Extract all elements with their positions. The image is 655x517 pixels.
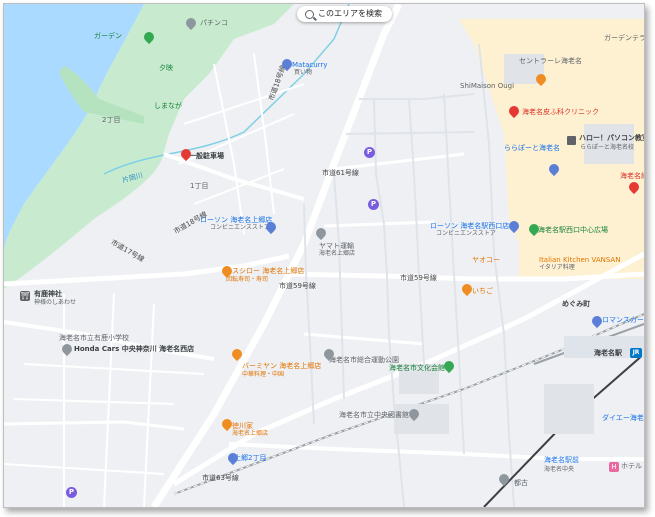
search-icon [305,9,314,19]
label-ebina-clinic: 海老名皮ふ科クリニック [522,108,599,116]
label-ichibanchi: 一般駐車場 [189,152,224,160]
label-tokuyoshi: 徳川家 [232,422,253,430]
label-honda: Honda Cars 中央神奈川 海老名西店 [74,345,195,353]
label-sushiro: スシロー 海老名上郷店 [232,267,305,275]
label-1chome: 1丁目 [190,182,209,190]
label-arima: 有鹿神社 [34,290,62,298]
label-italian: Italian Kitchen VANSAN [539,256,621,264]
road-label-59: 市道59号線 [279,282,316,290]
label-tokuyoshi-sub: 海老名上郷店 [232,430,269,437]
label-hello-sub: ららぽーと海老名校 [580,144,635,151]
label-garden: ガーデン [94,32,122,40]
label-lalaport: ららぽーと海老名 [504,144,560,152]
label-ginza: 上郷2丁目 [234,454,267,462]
label-lawson2-sub: コンビニエンスストア [436,230,496,237]
map-viewport[interactable]: このエリアを検索 市道59号線 市道59号線 市道17号線 市道18号線 市道1… [3,3,645,508]
label-romance: ロマンスカーミュージアム [602,316,644,324]
label-sushiro-sub: 回転寿司・寿司 [226,276,269,283]
label-lawson2: ローソン 海老名駅西口店 [430,222,510,230]
label-megumi: めぐみ町 [562,300,591,308]
label-ebina-school: 海老名市立有鹿小学校 [59,334,129,342]
label-pachinko: パチンコ [200,19,228,27]
road-label-59b: 市道59号線 [400,274,437,282]
search-area-button[interactable]: このエリアを検索 [297,6,392,22]
label-yumachi: 夕映 [159,64,173,72]
jr-station-icon[interactable]: JR [630,348,642,358]
label-ebina-ekimae-sub: 海老名中央 [544,466,575,473]
label-ebina-sogo: 海老名市総合運動公園 [329,356,399,364]
label-italian-sub: イタリア料理 [539,264,575,271]
label-daie: ダイエー海老名店 [602,414,644,422]
label-yamato: ヤマト運輸 [319,242,354,250]
parking-icon-1[interactable]: P [364,147,375,158]
label-ebina-hospital: 海老名総合病院 [620,172,644,180]
label-lawson1-sub: コンビニエンスストア [210,224,270,231]
label-shimaison: ShiMaison Ougi [460,82,515,90]
label-bamiyan-sub: 中華料理・中国 [242,371,285,378]
parking-icon-3[interactable]: P [66,487,77,498]
label-ebina-bunka: 海老名市文化会館 [389,364,445,372]
label-bamiyan: バーミヤン 海老名上郷店 [242,362,322,370]
search-area-label: このエリアを検索 [318,9,382,18]
label-gaien: ガーデンテラス [604,34,644,42]
label-arima-sub: 神様のしあわせ [34,299,77,306]
label-shimanaga: しまなが [154,102,182,110]
label-2chome: 2丁目 [102,116,121,124]
label-hotel: ホテル [621,462,642,470]
label-ebina-ekimae: 海老名駅前 [544,456,579,464]
label-yamato-sub: 海老名上郷店 [319,250,356,257]
parking-icon-2[interactable]: P [368,199,379,210]
label-toko: 都古 [514,479,528,487]
label-ebina-nishi: 海老名駅西口中心広場 [538,226,608,234]
pc-icon[interactable] [567,136,576,145]
shrine-icon[interactable]: ⛩ [20,291,30,301]
label-lawson1: ローソン 海老名上郷店 [200,216,273,224]
label-ebina-chuo: 海老名市立中央図書館 [339,411,409,419]
label-matacurry-sub: 買い物 [294,69,313,76]
label-matacurry: Matacurry [292,61,328,69]
road-label-63: 市道63号線 [202,474,239,482]
hotel-icon[interactable]: H [609,462,619,472]
label-ebina-station: 海老名駅 [594,349,622,357]
label-hello-pc: ハロー！パソコン教室 [579,134,645,142]
label-central: セントラーレ海老名 [519,57,582,65]
label-ichigo: いちご [472,287,493,295]
label-yaoko: ヤオコー [472,256,500,264]
road-label-61: 市道61号線 [322,169,359,177]
